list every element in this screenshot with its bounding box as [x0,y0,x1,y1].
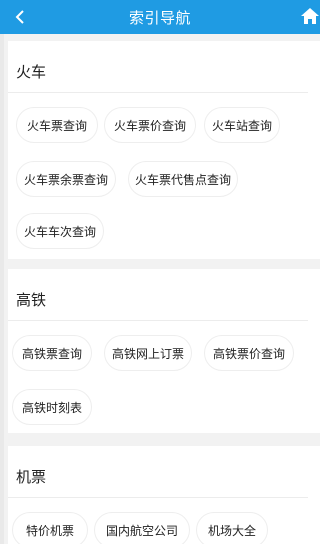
link-train-remaining-tickets[interactable]: 火车票余票查询 [16,161,116,197]
page-title: 索引导航 [128,8,191,27]
link-train-station-query[interactable]: 火车站查询 [204,107,280,143]
link-discount-air-tickets[interactable]: 特价机票 [12,512,88,544]
top-navigation-bar: 索引导航 [0,0,320,34]
section-air-tickets: 机票 特价机票 国内航空公司 机场大全 [8,446,320,544]
link-hsr-ticket-query[interactable]: 高铁票查询 [12,335,92,371]
section-title-high-speed-rail: 高铁 [8,269,308,321]
section-title-air-tickets: 机票 [8,446,308,498]
back-button[interactable] [10,4,30,30]
section-high-speed-rail: 高铁 高铁票查询 高铁网上订票 高铁票价查询 高铁时刻表 [8,269,320,433]
link-domestic-airlines[interactable]: 国内航空公司 [94,512,190,544]
chevron-left-icon [15,10,24,24]
left-edge-strip [0,34,4,544]
link-hsr-timetable[interactable]: 高铁时刻表 [12,389,92,425]
link-train-fare-query[interactable]: 火车票价查询 [104,107,196,143]
section-train: 火车 火车票查询 火车票价查询 火车站查询 火车票余票查询 火车票代售点查询 火… [8,41,320,259]
section-title-train: 火车 [8,41,308,93]
link-airport-directory[interactable]: 机场大全 [196,512,268,544]
link-hsr-online-booking[interactable]: 高铁网上订票 [104,335,192,371]
link-train-agency-query[interactable]: 火车票代售点查询 [128,161,238,197]
index-content: 火车 火车票查询 火车票价查询 火车站查询 火车票余票查询 火车票代售点查询 火… [0,34,320,544]
home-icon [301,8,319,24]
link-hsr-fare-query[interactable]: 高铁票价查询 [204,335,294,371]
home-button[interactable] [300,6,320,28]
link-train-number-query[interactable]: 火车车次查询 [16,213,104,249]
link-train-ticket-query[interactable]: 火车票查询 [16,107,98,143]
